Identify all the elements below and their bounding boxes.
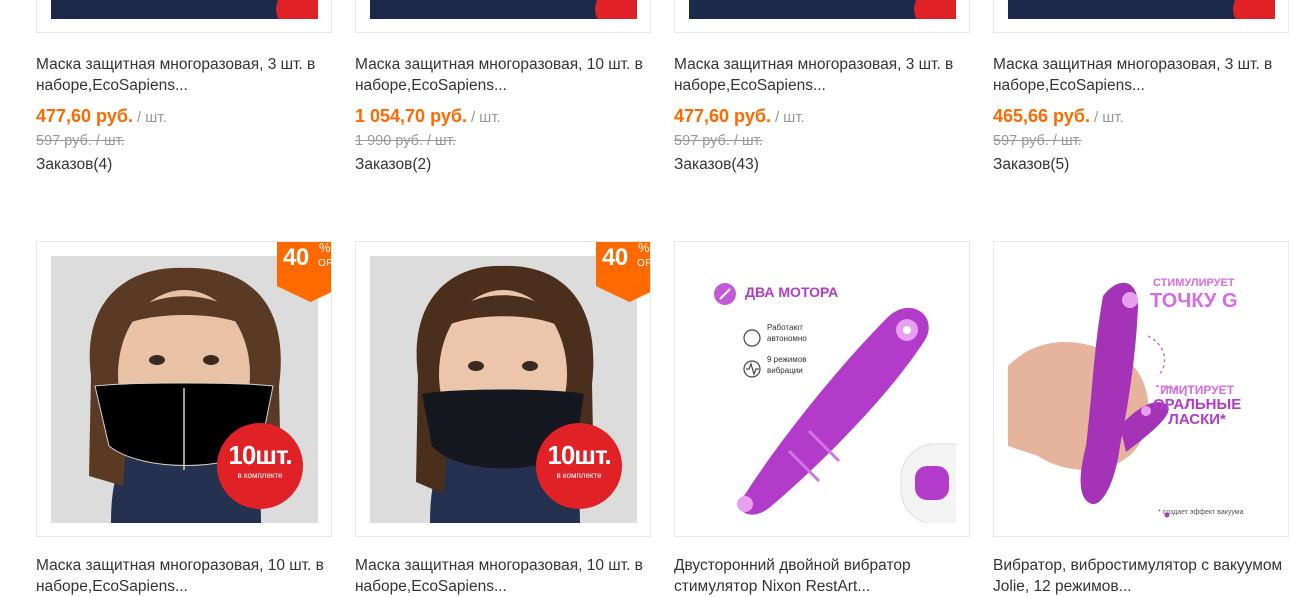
product-title[interactable]: Двусторонний двойной вибратор стимулятор…	[674, 555, 970, 597]
product-image-frame[interactable]	[36, 0, 332, 33]
image-headline: ИМИТИРУЕТ ОРАЛЬНЫЕ ЛАСКИ*	[1153, 383, 1242, 429]
product-old-price: 1 990 руб. / шт.	[355, 133, 456, 149]
count-badge: 10шт. в комплекте	[217, 423, 303, 509]
product-old-price: 597 руб. / шт.	[36, 133, 125, 149]
product-photo: ДВА МОТОРА Работают автономно 9 режимов …	[689, 256, 956, 523]
product-title[interactable]: Маска защитная многоразовая, 3 шт. в наб…	[36, 54, 332, 96]
product-orders: Заказов(4)	[36, 156, 113, 173]
image-feature-text: 9 режимов вибрации	[767, 355, 807, 375]
product-photo: 10шт. в комплекте	[370, 256, 637, 523]
product-photo	[370, 0, 637, 19]
product-old-price: 597 руб. / шт.	[993, 133, 1082, 149]
product-price: 1 054,70 руб. / шт.	[355, 106, 501, 126]
product-image-frame[interactable]	[355, 0, 651, 33]
product-photo	[51, 0, 318, 19]
product-photo: СТИМУЛИРУЕТ ТОЧКУ G ИМИТИРУЕТ ОРАЛЬНЫЕ Л…	[1008, 256, 1275, 523]
product-title[interactable]: Маска защитная многоразовая, 3 шт. в наб…	[674, 54, 970, 96]
product-title[interactable]: Маска защитная многоразовая, 10 шт. в на…	[36, 555, 332, 597]
product-orders: Заказов(43)	[674, 156, 759, 173]
image-feature-text: Работают автономно	[767, 323, 807, 343]
image-headline: ДВА МОТОРА	[745, 284, 839, 300]
product-orders: Заказов(5)	[993, 156, 1070, 173]
count-badge: 10шт. в комплекте	[536, 423, 622, 509]
product-grid: Маска защитная многоразовая, 3 шт. в наб…	[0, 0, 1300, 595]
product-price: 465,66 руб. / шт.	[993, 106, 1124, 126]
product-title[interactable]: Маска защитная многоразовая, 3 шт. в наб…	[993, 54, 1289, 96]
image-footnote: * создает эффект вакуума	[1158, 509, 1244, 516]
product-image-frame[interactable]	[674, 0, 970, 33]
image-headline: СТИМУЛИРУЕТ ТОЧКУ G	[1150, 277, 1238, 312]
product-title[interactable]: Маска защитная многоразовая, 10 шт. в на…	[355, 555, 651, 597]
product-photo: 10шт. в комплекте	[51, 256, 318, 523]
product-photo	[1008, 0, 1275, 19]
product-orders: Заказов(2)	[355, 156, 432, 173]
product-old-price: 597 руб. / шт.	[674, 133, 763, 149]
product-price: 477,60 руб. / шт.	[674, 106, 805, 126]
product-image-frame[interactable]: 10шт. в комплекте 40 % OFF	[355, 241, 651, 537]
product-image-frame[interactable]	[993, 0, 1289, 33]
product-image-frame[interactable]: СТИМУЛИРУЕТ ТОЧКУ G ИМИТИРУЕТ ОРАЛЬНЫЕ Л…	[993, 241, 1289, 537]
product-photo	[689, 0, 956, 19]
product-image-frame[interactable]: 10шт. в комплекте 40 % OFF	[36, 241, 332, 537]
product-image-frame[interactable]: ДВА МОТОРА Работают автономно 9 режимов …	[674, 241, 970, 537]
product-title[interactable]: Маска защитная многоразовая, 10 шт. в на…	[355, 54, 651, 96]
product-price: 477,60 руб. / шт.	[36, 106, 167, 126]
product-title[interactable]: Вибратор, вибростимулятор с вакуумом Jol…	[993, 555, 1289, 597]
